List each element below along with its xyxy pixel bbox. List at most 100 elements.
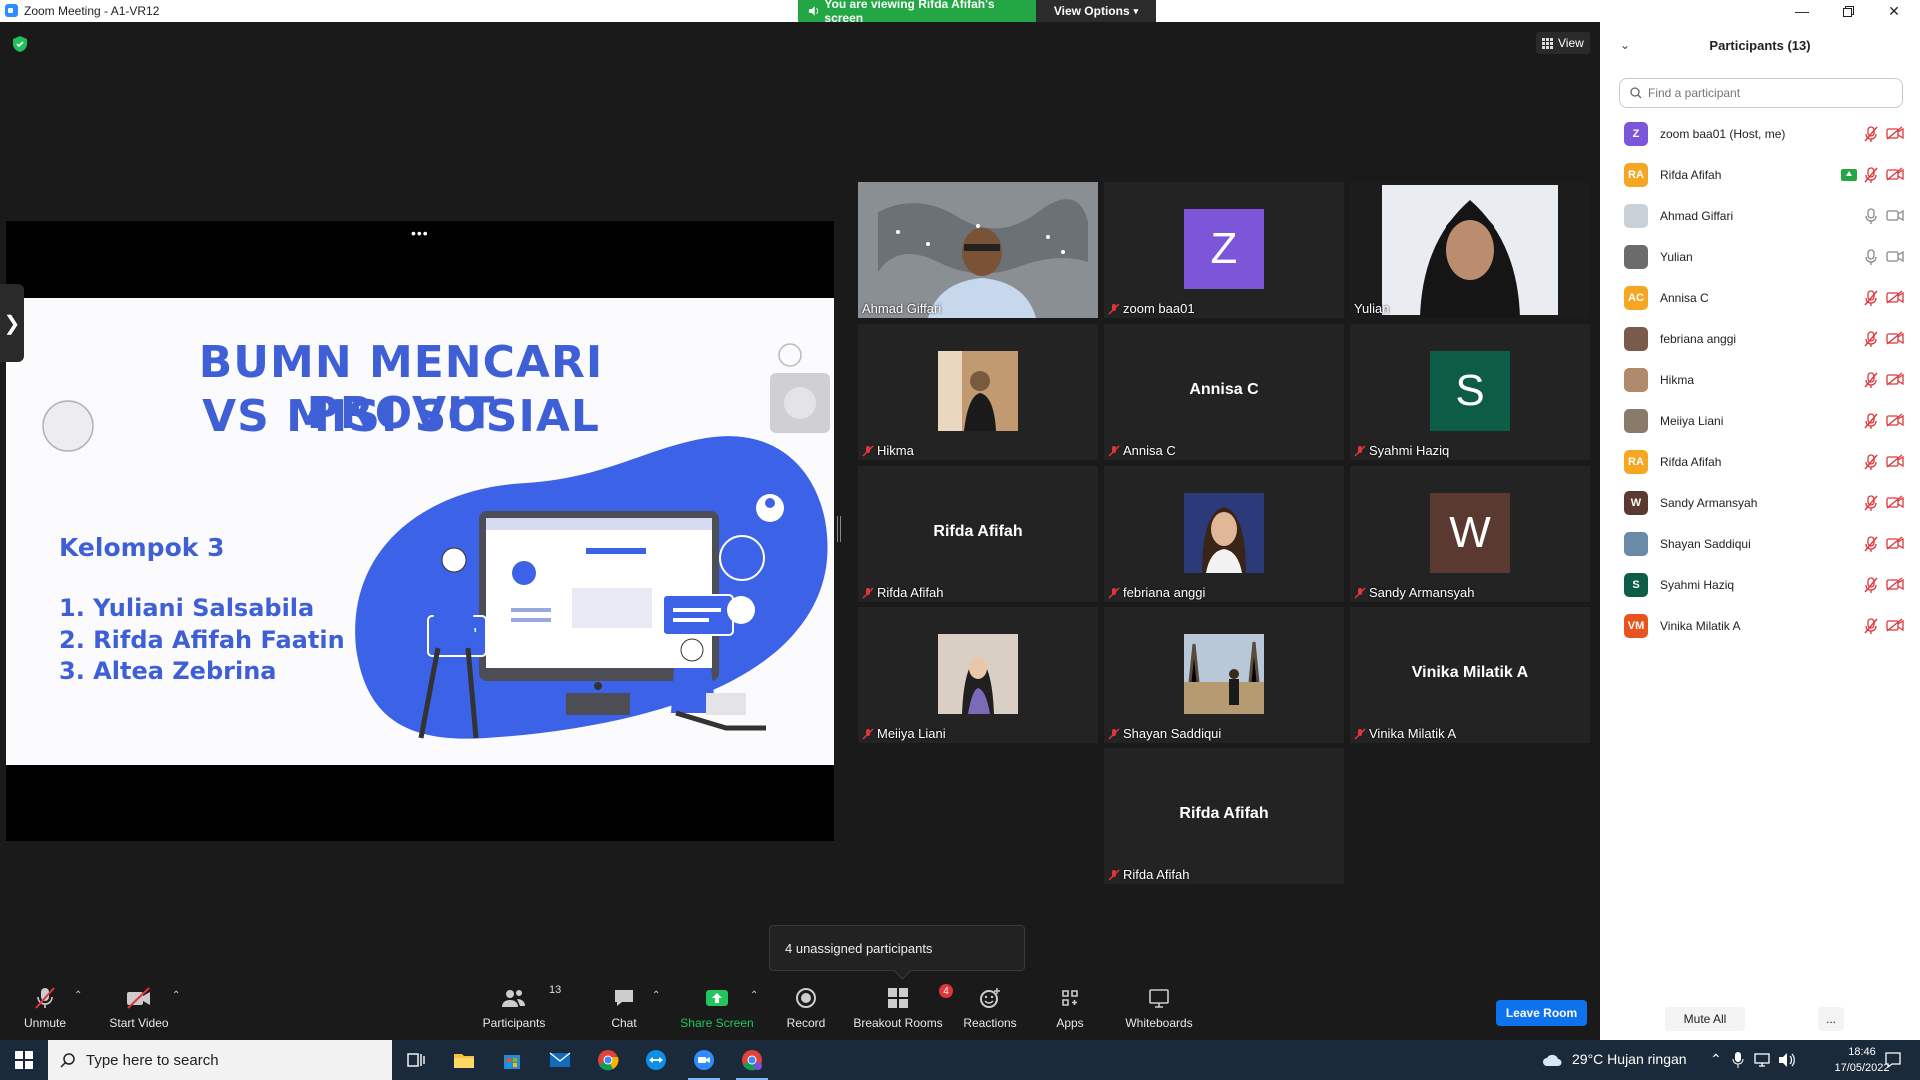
video-off-icon[interactable] — [1886, 495, 1904, 509]
start-video-button[interactable]: Start Video — [104, 982, 174, 1040]
record-button[interactable]: Record — [784, 982, 828, 1040]
participant-tile[interactable]: Rifda Afifah Rifda Afifah — [858, 466, 1098, 602]
chrome-profile-icon[interactable] — [728, 1040, 776, 1080]
participant-row[interactable]: Yulian — [1600, 237, 1920, 278]
participant-row[interactable]: Shayan Saddiqui — [1600, 524, 1920, 565]
participant-row[interactable]: RA Rifda Afifah — [1600, 442, 1920, 483]
mic-muted-icon[interactable] — [1864, 495, 1878, 511]
participant-row[interactable]: W Sandy Armansyah — [1600, 483, 1920, 524]
participant-tile[interactable]: Z zoom baa01 — [1104, 182, 1344, 318]
video-off-icon[interactable] — [1886, 413, 1904, 427]
participant-row[interactable]: VM Vinika Milatik A — [1600, 606, 1920, 647]
participant-tile[interactable]: S Syahmi Haziq — [1350, 324, 1590, 460]
participant-tile[interactable]: Shayan Saddiqui — [1104, 607, 1344, 743]
mic-muted-icon[interactable] — [1864, 618, 1878, 634]
video-off-icon[interactable] — [1886, 331, 1904, 345]
leave-room-button[interactable]: Leave Room — [1496, 1000, 1587, 1026]
network-icon[interactable] — [1754, 1052, 1772, 1068]
participant-row[interactable]: AC Annisa C — [1600, 278, 1920, 319]
search-input[interactable] — [1648, 86, 1888, 100]
video-off-icon[interactable] — [1886, 536, 1904, 550]
microphone-tray-icon[interactable] — [1732, 1052, 1744, 1068]
more-options-icon[interactable]: ••• — [411, 225, 429, 241]
mic-muted-icon[interactable] — [1864, 126, 1878, 142]
chat-button[interactable]: Chat — [604, 982, 644, 1040]
reactions-button[interactable]: Reactions — [962, 982, 1018, 1040]
participant-row[interactable]: Meiiya Liani — [1600, 401, 1920, 442]
video-options-caret[interactable]: ⌃ — [172, 990, 180, 1001]
video-off-icon[interactable] — [1886, 126, 1904, 140]
video-off-icon[interactable] — [1886, 167, 1904, 181]
mic-icon[interactable] — [1864, 249, 1878, 265]
chrome-icon[interactable] — [584, 1040, 632, 1080]
participant-search[interactable] — [1619, 78, 1903, 108]
participant-tile[interactable]: W Sandy Armansyah — [1350, 466, 1590, 602]
participant-tile[interactable]: Ahmad Giffari — [858, 182, 1098, 318]
chat-options-caret[interactable]: ⌃ — [652, 990, 660, 1001]
resize-divider[interactable] — [837, 516, 841, 542]
breakout-rooms-button[interactable]: 4 Breakout Rooms — [852, 982, 953, 1040]
participant-tile[interactable]: Annisa C Annisa C — [1104, 324, 1344, 460]
restore-button[interactable] — [1828, 0, 1868, 22]
participant-row[interactable]: RA Rifda Afifah — [1600, 155, 1920, 196]
close-button[interactable]: ✕ — [1874, 0, 1914, 22]
participant-name: zoom baa01 (Host, me) — [1660, 127, 1786, 141]
shared-screen[interactable]: ••• BUMN MENCARI PROVIT VS MISI SOSIAL K… — [6, 221, 834, 841]
mic-muted-icon[interactable] — [1864, 454, 1878, 470]
mic-muted-icon[interactable] — [1864, 372, 1878, 388]
video-off-icon[interactable] — [1886, 577, 1904, 591]
view-button[interactable]: View — [1536, 32, 1590, 54]
weather-text[interactable]: 29°C Hujan ringan — [1572, 1051, 1687, 1067]
view-options-button[interactable]: View Options ▾ — [1036, 0, 1156, 22]
zoom-taskbar-icon[interactable] — [680, 1040, 728, 1080]
more-button[interactable]: ... — [1818, 1007, 1844, 1031]
video-off-icon[interactable] — [1886, 290, 1904, 304]
share-screen-button[interactable]: Share Screen — [680, 982, 754, 1040]
file-explorer-icon[interactable] — [440, 1040, 488, 1080]
mic-muted-icon[interactable] — [1864, 536, 1878, 552]
video-icon[interactable] — [1886, 249, 1904, 263]
participant-row[interactable]: Ahmad Giffari — [1600, 196, 1920, 237]
microsoft-store-icon[interactable] — [488, 1040, 536, 1080]
avatar: W — [1430, 493, 1510, 573]
participant-row[interactable]: S Syahmi Haziq — [1600, 565, 1920, 606]
teamviewer-icon[interactable] — [632, 1040, 680, 1080]
mute-all-button[interactable]: Mute All — [1665, 1007, 1745, 1031]
participant-tile[interactable]: Hikma — [858, 324, 1098, 460]
video-icon[interactable] — [1886, 208, 1904, 222]
participant-row[interactable]: Zzoom baa01 (Host, me) — [1600, 114, 1920, 155]
mic-muted-icon[interactable] — [1864, 167, 1878, 183]
taskbar-search[interactable]: Type here to search — [48, 1040, 392, 1080]
notifications-icon[interactable] — [1884, 1051, 1902, 1069]
mic-muted-icon[interactable] — [1864, 413, 1878, 429]
participants-button[interactable]: 13 Participants — [476, 982, 562, 1040]
mic-muted-icon[interactable] — [1864, 290, 1878, 306]
mic-icon[interactable] — [1864, 208, 1878, 224]
start-button[interactable] — [0, 1040, 48, 1080]
volume-icon[interactable] — [1778, 1052, 1796, 1068]
participant-tile-active-speaker[interactable]: Yulian — [1350, 182, 1590, 318]
minimize-button[interactable]: — — [1782, 0, 1822, 22]
avatar: VM — [1624, 614, 1648, 638]
task-view-icon[interactable] — [392, 1040, 440, 1080]
mic-muted-icon[interactable] — [1864, 331, 1878, 347]
video-off-icon[interactable] — [1886, 372, 1904, 386]
whiteboards-button[interactable]: Whiteboards — [1120, 982, 1198, 1040]
apps-button[interactable]: Apps — [1052, 982, 1088, 1040]
video-off-icon[interactable] — [1886, 454, 1904, 468]
mic-muted-icon[interactable] — [1864, 577, 1878, 593]
participant-tile[interactable]: Vinika Milatik A Vinika Milatik A — [1350, 607, 1590, 743]
participant-tile[interactable]: Rifda Afifah Rifda Afifah — [1104, 748, 1344, 884]
mail-icon[interactable] — [536, 1040, 584, 1080]
participant-tile[interactable]: febriana anggi — [1104, 466, 1344, 602]
participant-row[interactable]: febriana anggi — [1600, 319, 1920, 360]
participant-tile[interactable]: Meiiya Liani — [858, 607, 1098, 743]
slide-member: 2. Rifda Afifah Faatin — [59, 626, 345, 654]
unmute-button[interactable]: Unmute — [14, 982, 76, 1040]
audio-options-caret[interactable]: ⌃ — [74, 990, 82, 1001]
video-off-icon[interactable] — [1886, 618, 1904, 632]
share-options-caret[interactable]: ⌃ — [750, 990, 758, 1001]
participant-row[interactable]: Hikma — [1600, 360, 1920, 401]
show-hidden-icons-caret[interactable]: ⌃ — [1710, 1051, 1722, 1068]
collapse-share-toggle[interactable]: ❯ — [0, 284, 24, 362]
